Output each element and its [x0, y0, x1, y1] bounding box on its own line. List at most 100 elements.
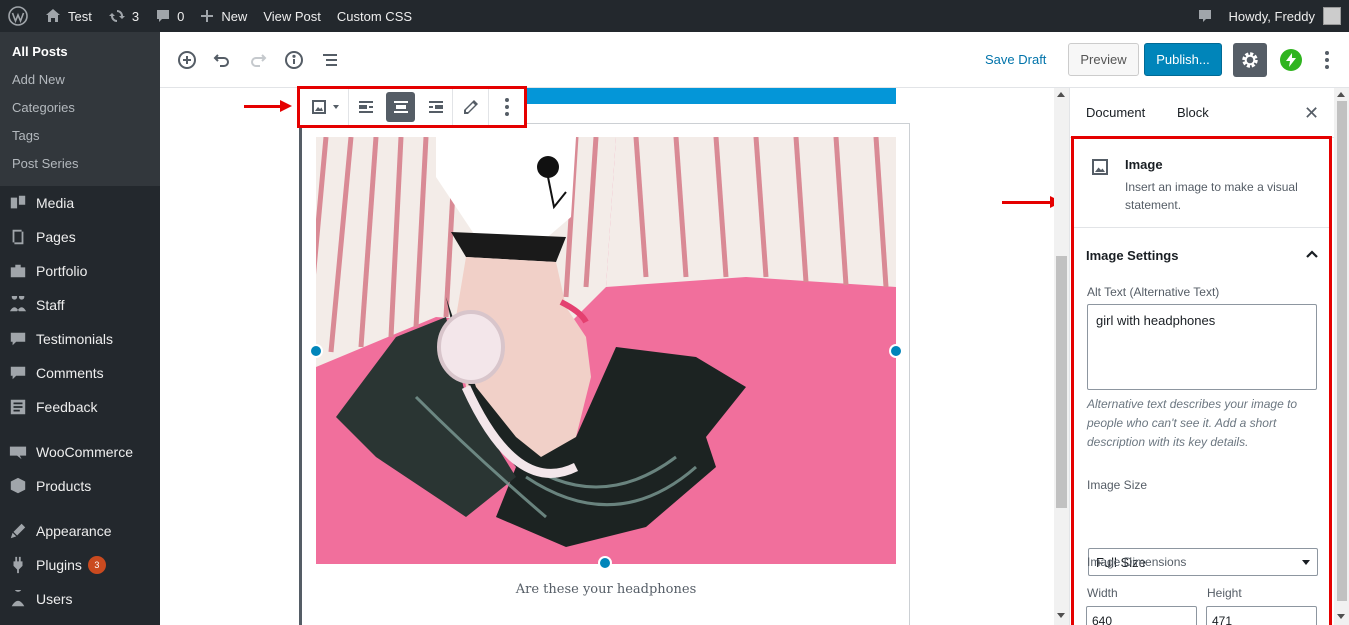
close-icon[interactable]: ✕ — [1304, 104, 1319, 122]
content-scrollbar[interactable] — [1054, 88, 1069, 625]
editor-canvas: Are these your headphones — [160, 88, 1054, 625]
submenu-item-tags[interactable]: Tags — [0, 122, 160, 150]
resize-handle-left[interactable] — [309, 344, 323, 358]
media-icon — [10, 195, 26, 209]
alt-text-input[interactable]: girl with headphones — [1087, 304, 1317, 390]
tab-block[interactable]: Block — [1177, 105, 1209, 120]
sidebar-item-comments[interactable]: Comments — [0, 356, 160, 390]
updates-link[interactable]: 3 — [100, 0, 147, 32]
width-input[interactable]: 640 — [1086, 606, 1197, 625]
my-account-link[interactable]: Howdy, Freddy — [1221, 0, 1349, 32]
publish-button[interactable]: Publish... — [1144, 43, 1222, 76]
pages-icon-wrap — [8, 227, 28, 247]
feedback-icon — [10, 399, 26, 415]
caret-down-icon — [332, 105, 339, 109]
sidebar-item-pages[interactable]: Pages — [0, 220, 160, 254]
height-input[interactable]: 471 — [1206, 606, 1317, 625]
image[interactable] — [316, 137, 896, 564]
jetpack-button[interactable] — [1280, 49, 1302, 71]
submenu-item-all-posts[interactable]: All Posts — [0, 38, 160, 66]
scroll-thumb[interactable] — [1056, 256, 1067, 508]
sidebar-item-woocommerce[interactable]: WooCommerce — [0, 435, 160, 469]
submenu-item-categories[interactable]: Categories — [0, 94, 160, 122]
staff-icon — [9, 296, 27, 312]
save-draft-button[interactable]: Save Draft — [985, 52, 1046, 67]
edit-image-button[interactable] — [453, 89, 488, 125]
submenu-item-post-series[interactable]: Post Series — [0, 150, 160, 178]
cover-block-edge[interactable] — [527, 88, 896, 104]
view-post-link[interactable]: View Post — [255, 0, 329, 32]
submenu-item-add-new[interactable]: Add New — [0, 66, 160, 94]
menu-group-1: Media Pages Portfolio Staff Testimonials Comm… — [0, 186, 160, 424]
updates-icon — [108, 10, 125, 22]
image-caption[interactable]: Are these your headphones — [299, 582, 913, 597]
sidebar-item-plugins[interactable]: Plugins 3 — [0, 548, 160, 582]
menu-separator — [0, 503, 160, 514]
image-settings-toggle[interactable]: Image Settings — [1086, 248, 1178, 263]
notifications-link[interactable] — [1189, 0, 1221, 32]
woocommerce-icon-wrap — [8, 442, 28, 462]
align-right-icon — [428, 101, 443, 113]
undo-icon[interactable] — [210, 48, 234, 72]
menu-group-2: WooCommerce Products — [0, 435, 160, 503]
image-icon — [311, 100, 326, 114]
pages-icon — [12, 229, 24, 245]
site-name-link[interactable]: Test — [36, 0, 100, 32]
scroll-up-icon[interactable] — [1337, 92, 1345, 97]
comments-link[interactable]: 0 — [147, 0, 192, 32]
scroll-thumb[interactable] — [1337, 101, 1347, 601]
new-content-link[interactable]: New — [192, 0, 255, 32]
plugins-update-badge: 3 — [87, 556, 106, 574]
sidebar-item-appearance[interactable]: Appearance — [0, 514, 160, 548]
align-left-button[interactable] — [349, 89, 382, 125]
more-options-button[interactable] — [489, 89, 524, 125]
image-icon — [1092, 159, 1108, 175]
resize-handle-bottom[interactable] — [598, 556, 612, 570]
staff-icon-wrap — [8, 295, 28, 315]
custom-css-label: Custom CSS — [336, 8, 413, 24]
align-right-button[interactable] — [419, 89, 452, 125]
scroll-down-icon[interactable] — [1057, 613, 1065, 618]
sidebar-item-testimonials[interactable]: Testimonials — [0, 322, 160, 356]
preview-button[interactable]: Preview — [1068, 43, 1139, 76]
menu-label: Comments — [36, 365, 104, 381]
sidebar-item-media[interactable]: Media — [0, 186, 160, 220]
block-inspector: Image Insert an image to make a visual s… — [1072, 138, 1332, 625]
scroll-up-icon[interactable] — [1057, 92, 1065, 97]
scroll-down-icon[interactable] — [1337, 614, 1345, 619]
wordpress-logo-icon[interactable] — [0, 0, 36, 32]
info-icon[interactable] — [282, 48, 306, 72]
sidebar-item-feedback[interactable]: Feedback — [0, 390, 160, 424]
sidebar-item-products[interactable]: Products — [0, 469, 160, 503]
comments-icon — [10, 366, 26, 380]
media-icon-wrap — [8, 193, 28, 213]
block-switcher-button[interactable] — [300, 89, 348, 125]
portfolio-icon — [10, 264, 26, 278]
chevron-up-icon[interactable] — [1304, 246, 1320, 262]
block-navigation-icon[interactable] — [318, 48, 342, 72]
align-center-icon — [393, 101, 408, 113]
add-block-icon[interactable] — [175, 48, 199, 72]
more-menu-button[interactable] — [1319, 48, 1335, 72]
custom-css-link[interactable]: Custom CSS — [329, 0, 420, 32]
tab-document[interactable]: Document — [1086, 105, 1145, 120]
width-label: Width — [1087, 586, 1118, 600]
gear-icon — [1242, 52, 1258, 68]
sidebar-arrow-annotation — [1002, 196, 1062, 208]
sidebar-item-staff[interactable]: Staff — [0, 288, 160, 322]
block-toolbar — [299, 88, 525, 126]
settings-button[interactable] — [1233, 43, 1267, 77]
sidebar-item-portfolio[interactable]: Portfolio — [0, 254, 160, 288]
editor-header: Save Draft Preview Publish... — [160, 32, 1349, 88]
sidebar-scrollbar[interactable] — [1334, 88, 1349, 625]
pencil-icon — [463, 100, 478, 114]
plugins-icon-wrap — [8, 555, 28, 575]
resize-handle-right[interactable] — [889, 344, 903, 358]
comments-count: 0 — [177, 8, 185, 24]
redo-icon[interactable] — [246, 48, 270, 72]
menu-label: Media — [36, 195, 75, 211]
sidebar-item-users[interactable]: Users — [0, 582, 160, 616]
align-center-button[interactable] — [386, 92, 416, 122]
block-description: Insert an image to make a visual stateme… — [1125, 180, 1298, 212]
image-size-label: Image Size — [1087, 478, 1148, 492]
